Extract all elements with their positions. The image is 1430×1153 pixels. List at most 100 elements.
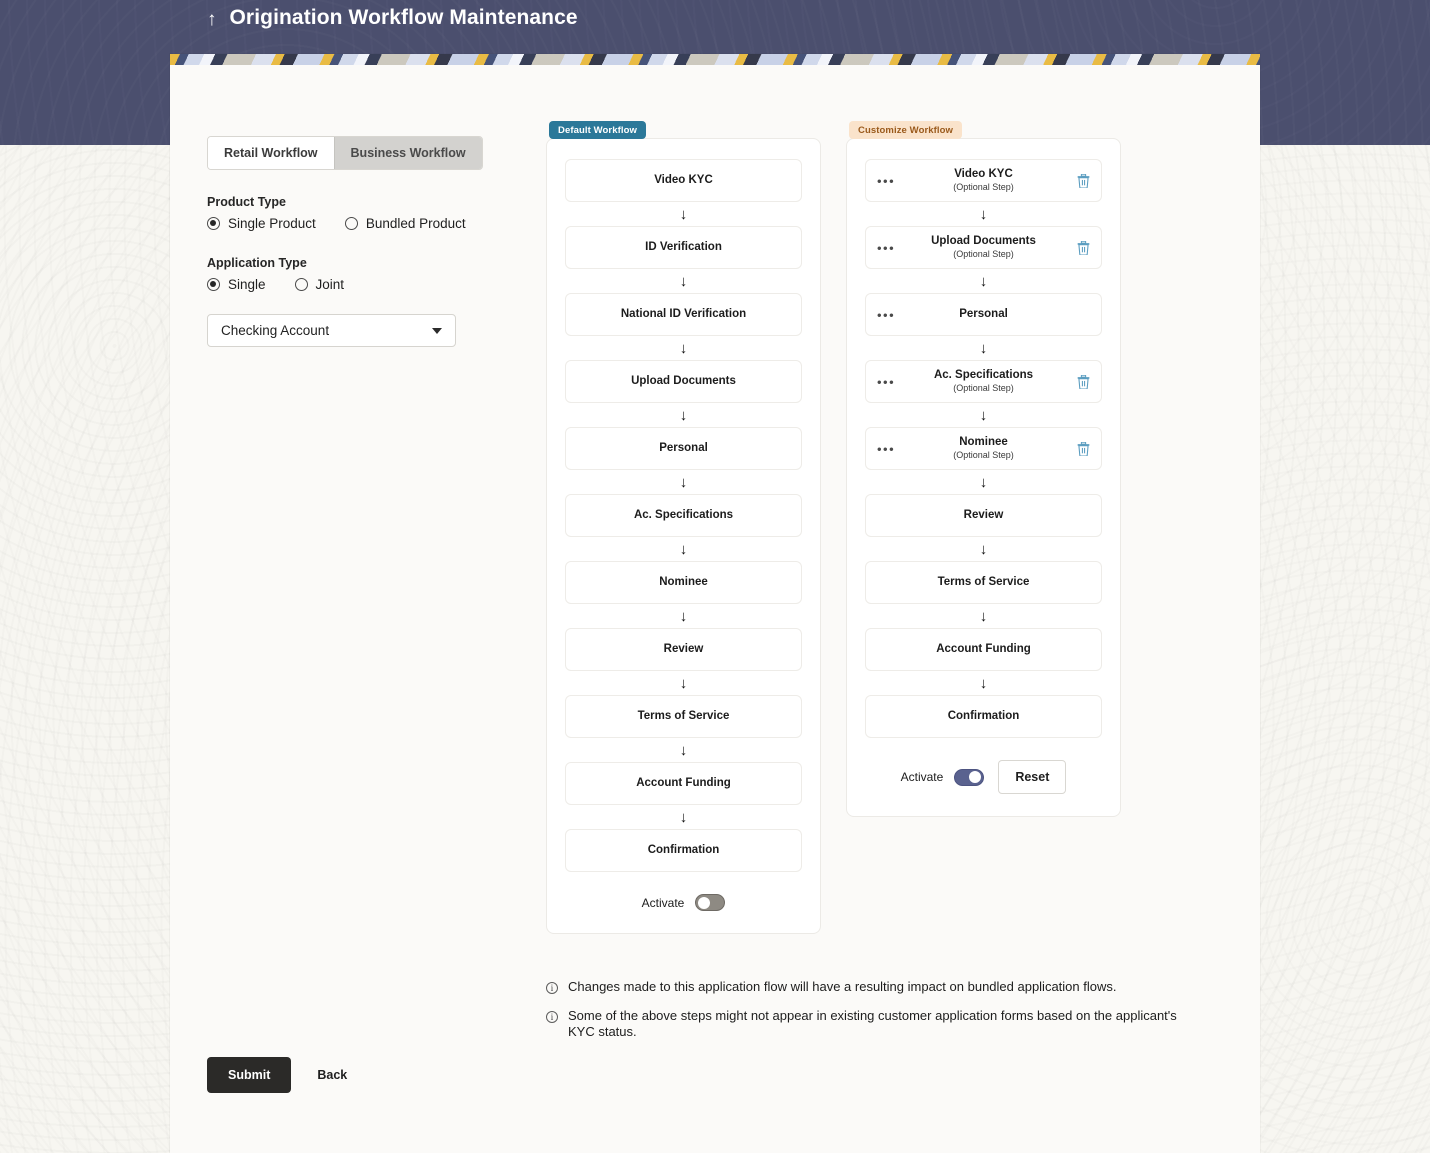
main-panel: Retail Workflow Business Workflow Produc…: [170, 54, 1260, 1153]
workflow-step-texts: Video KYC (Optional Step): [876, 168, 1091, 193]
workflow-step-card[interactable]: Ac. Specifications: [565, 494, 802, 537]
customize-workflow-badge: Customize Workflow: [849, 121, 963, 139]
workflow-step-label: Confirmation: [647, 843, 720, 856]
drag-handle-icon[interactable]: •••: [877, 308, 895, 321]
drag-handle-icon[interactable]: •••: [877, 442, 895, 455]
default-workflow-column: Default Workflow Video KYC ↓ ID Verificati…: [546, 121, 821, 934]
workflow-step-label: Terms of Service: [937, 575, 1030, 588]
delete-step-icon[interactable]: [1077, 374, 1090, 390]
default-workflow-steps-container: Video KYC ↓ ID Verification ↓ National ID Ve…: [546, 138, 821, 934]
workflow-step-card[interactable]: ••• Nominee (Optional Step): [865, 427, 1102, 470]
workflow-type-segmented-control: Retail Workflow Business Workflow: [207, 136, 483, 170]
default-activate-row: Activate: [565, 894, 802, 911]
workflow-step-texts: Nominee: [576, 576, 791, 590]
arrow-down-icon: ↓: [679, 473, 688, 491]
arrow-down-icon: ↓: [979, 272, 988, 290]
note-row: i Some of the above steps might not appea…: [546, 1008, 1206, 1039]
customize-activate-toggle[interactable]: [954, 768, 985, 786]
product-type-radio-group: Single Product Bundled Product: [207, 216, 487, 231]
workflow-step-card[interactable]: ••• Upload Documents (Optional Step): [865, 226, 1102, 269]
radio-bundled-product[interactable]: Bundled Product: [344, 216, 466, 231]
workflow-step-texts: Account Funding: [876, 643, 1091, 657]
workflow-step-label: Confirmation: [947, 709, 1020, 722]
arrow-down-icon: ↓: [679, 205, 688, 223]
workflow-step-texts: ID Verification: [576, 241, 791, 255]
workflow-step-label: Nominee: [659, 575, 708, 588]
workflow-step-card[interactable]: Upload Documents: [565, 360, 802, 403]
workflow-step-card[interactable]: Account Funding: [565, 762, 802, 805]
default-activate-toggle[interactable]: [695, 894, 726, 911]
note-row: i Changes made to this application flow w…: [546, 979, 1206, 994]
arrow-down-icon: ↓: [979, 406, 988, 424]
workflow-step-texts: Ac. Specifications: [576, 509, 791, 523]
workflow-step-texts: Account Funding: [576, 777, 791, 791]
arrow-down-icon: ↓: [679, 607, 688, 625]
account-type-select[interactable]: Checking Account: [207, 314, 456, 347]
workflow-step-card[interactable]: ••• Personal: [865, 293, 1102, 336]
note-text: Some of the above steps might not appear…: [568, 1008, 1177, 1039]
workflow-step-label: Terms of Service: [637, 709, 730, 722]
customize-activate-label: Activate: [900, 770, 944, 784]
workflow-step-card[interactable]: Review: [565, 628, 802, 671]
workflow-step-texts: Personal: [576, 442, 791, 456]
radio-single-product[interactable]: Single Product: [207, 216, 316, 231]
drag-handle-icon[interactable]: •••: [877, 174, 895, 187]
customize-workflow-column: Customize Workflow ••• Video KYC (Optional…: [846, 121, 1121, 817]
tab-retail-workflow[interactable]: Retail Workflow: [208, 137, 334, 169]
workflow-step-texts: Confirmation: [876, 710, 1091, 724]
workflow-step-optional-tag: (Optional Step): [953, 450, 1014, 461]
workflow-step-label: Review: [663, 642, 704, 655]
workflow-step-card[interactable]: ••• Ac. Specifications (Optional Step): [865, 360, 1102, 403]
arrow-down-icon: ↓: [679, 406, 688, 424]
decorative-strip: [170, 54, 1260, 65]
workflow-step-card[interactable]: Video KYC: [565, 159, 802, 202]
workflow-step-card[interactable]: Personal: [565, 427, 802, 470]
workflow-step-card[interactable]: Account Funding: [865, 628, 1102, 671]
info-icon: i: [546, 982, 558, 994]
reset-button[interactable]: Reset: [998, 760, 1067, 794]
toggle-knob: [969, 771, 982, 783]
radio-label: Joint: [315, 277, 345, 292]
default-activate-label: Activate: [641, 895, 685, 910]
back-button[interactable]: Back: [317, 1068, 347, 1082]
workflow-step-card[interactable]: Confirmation: [865, 695, 1102, 738]
back-arrow-icon[interactable]: ↑: [207, 10, 217, 29]
footer-actions: Submit Back: [207, 1057, 347, 1093]
workflow-step-card[interactable]: ID Verification: [565, 226, 802, 269]
workflow-step-card[interactable]: Review: [865, 494, 1102, 537]
workflow-step-texts: Terms of Service: [576, 710, 791, 724]
radio-single[interactable]: Single: [207, 277, 266, 292]
workflow-step-card[interactable]: National ID Verification: [565, 293, 802, 336]
workflow-step-label: Nominee: [959, 435, 1008, 448]
workflow-step-texts: Personal: [876, 308, 1091, 322]
workflow-step-card[interactable]: Nominee: [565, 561, 802, 604]
workflow-step-texts: Video KYC: [576, 174, 791, 188]
arrow-down-icon: ↓: [979, 473, 988, 491]
arrow-down-icon: ↓: [979, 205, 988, 223]
page-title: Origination Workflow Maintenance: [229, 6, 578, 29]
workflow-step-card[interactable]: ••• Video KYC (Optional Step): [865, 159, 1102, 202]
radio-label: Single: [228, 277, 266, 292]
workflow-step-card[interactable]: Confirmation: [565, 829, 802, 872]
workflow-step-label: Review: [963, 508, 1004, 521]
workflow-step-label: Upload Documents: [631, 374, 736, 387]
delete-step-icon[interactable]: [1077, 441, 1090, 457]
submit-button[interactable]: Submit: [207, 1057, 292, 1093]
workflow-step-texts: Terms of Service: [876, 576, 1091, 590]
workflow-step-label: Ac. Specifications: [633, 508, 734, 521]
page-header: ↑ Origination Workflow Maintenance: [207, 6, 578, 30]
radio-joint[interactable]: Joint: [294, 277, 345, 292]
drag-handle-icon[interactable]: •••: [877, 241, 895, 254]
delete-step-icon[interactable]: [1077, 173, 1090, 189]
note-text: Changes made to this application flow wi…: [568, 979, 1117, 994]
delete-step-icon[interactable]: [1077, 240, 1090, 256]
workflow-step-label: Video KYC: [654, 173, 713, 186]
workflow-step-texts: Ac. Specifications (Optional Step): [876, 369, 1091, 394]
drag-handle-icon[interactable]: •••: [877, 375, 895, 388]
workflow-step-texts: Confirmation: [576, 844, 791, 858]
workflow-step-card[interactable]: Terms of Service: [865, 561, 1102, 604]
workflow-step-card[interactable]: Terms of Service: [565, 695, 802, 738]
workflow-step-texts: Upload Documents (Optional Step): [876, 235, 1091, 260]
workflow-step-optional-tag: (Optional Step): [953, 182, 1014, 193]
tab-business-workflow[interactable]: Business Workflow: [333, 137, 482, 169]
